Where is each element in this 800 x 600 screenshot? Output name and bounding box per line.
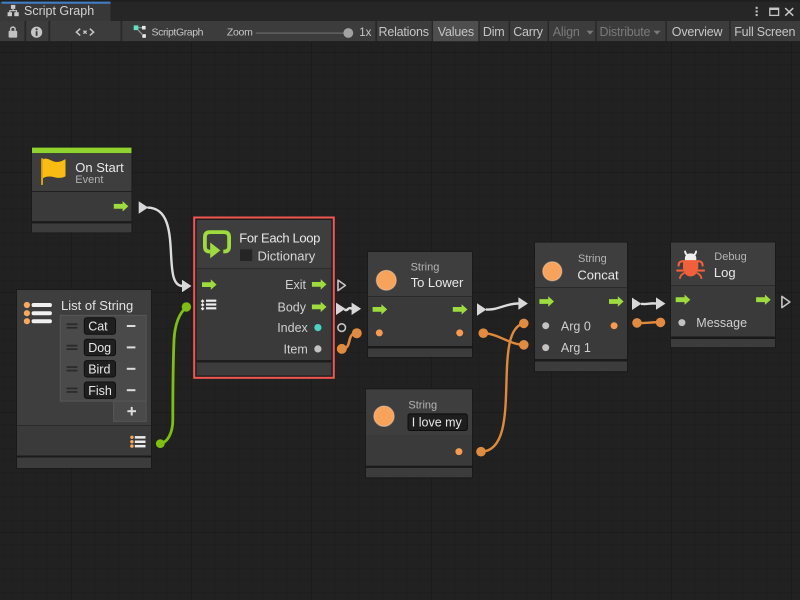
svg-text:Dog: Dog — [88, 341, 111, 355]
svg-text:Debug: Debug — [714, 251, 746, 263]
svg-text:Overview: Overview — [672, 25, 724, 39]
svg-text:Script Graph: Script Graph — [24, 4, 94, 18]
svg-text:ScriptGraph: ScriptGraph — [152, 27, 204, 39]
svg-text:On Start: On Start — [75, 160, 124, 175]
svg-text:Arg 1: Arg 1 — [561, 341, 591, 355]
svg-text:Dim: Dim — [483, 25, 505, 39]
svg-text:Event: Event — [75, 174, 103, 186]
svg-text:Concat: Concat — [577, 268, 619, 283]
svg-text:Cat: Cat — [88, 320, 108, 334]
svg-text:Relations: Relations — [379, 25, 429, 39]
svg-text:1x: 1x — [359, 27, 371, 39]
svg-text:String: String — [408, 400, 437, 412]
svg-text:Message: Message — [696, 316, 747, 330]
svg-text:Values: Values — [438, 25, 474, 39]
svg-text:Bird: Bird — [88, 363, 110, 377]
svg-text:String: String — [578, 253, 607, 265]
svg-text:List of String: List of String — [61, 298, 133, 313]
svg-text:Full Screen: Full Screen — [734, 25, 795, 39]
svg-text:To Lower: To Lower — [411, 275, 464, 290]
svg-text:Log: Log — [714, 265, 736, 280]
svg-text:Exit: Exit — [285, 278, 306, 292]
svg-text:Index: Index — [277, 321, 308, 335]
svg-text:Zoom: Zoom — [227, 27, 253, 39]
svg-text:I love my: I love my — [412, 415, 463, 429]
svg-text:Dictionary: Dictionary — [258, 248, 316, 263]
svg-text:Align: Align — [553, 25, 580, 39]
svg-text:For Each Loop: For Each Loop — [239, 231, 320, 246]
svg-text:Item: Item — [283, 343, 307, 357]
svg-text:Distribute: Distribute — [600, 25, 651, 39]
svg-text:Body: Body — [278, 300, 307, 314]
svg-text:Carry: Carry — [513, 25, 544, 39]
svg-text:Fish: Fish — [88, 384, 112, 398]
svg-text:Arg 0: Arg 0 — [561, 319, 591, 333]
svg-text:String: String — [411, 261, 440, 273]
